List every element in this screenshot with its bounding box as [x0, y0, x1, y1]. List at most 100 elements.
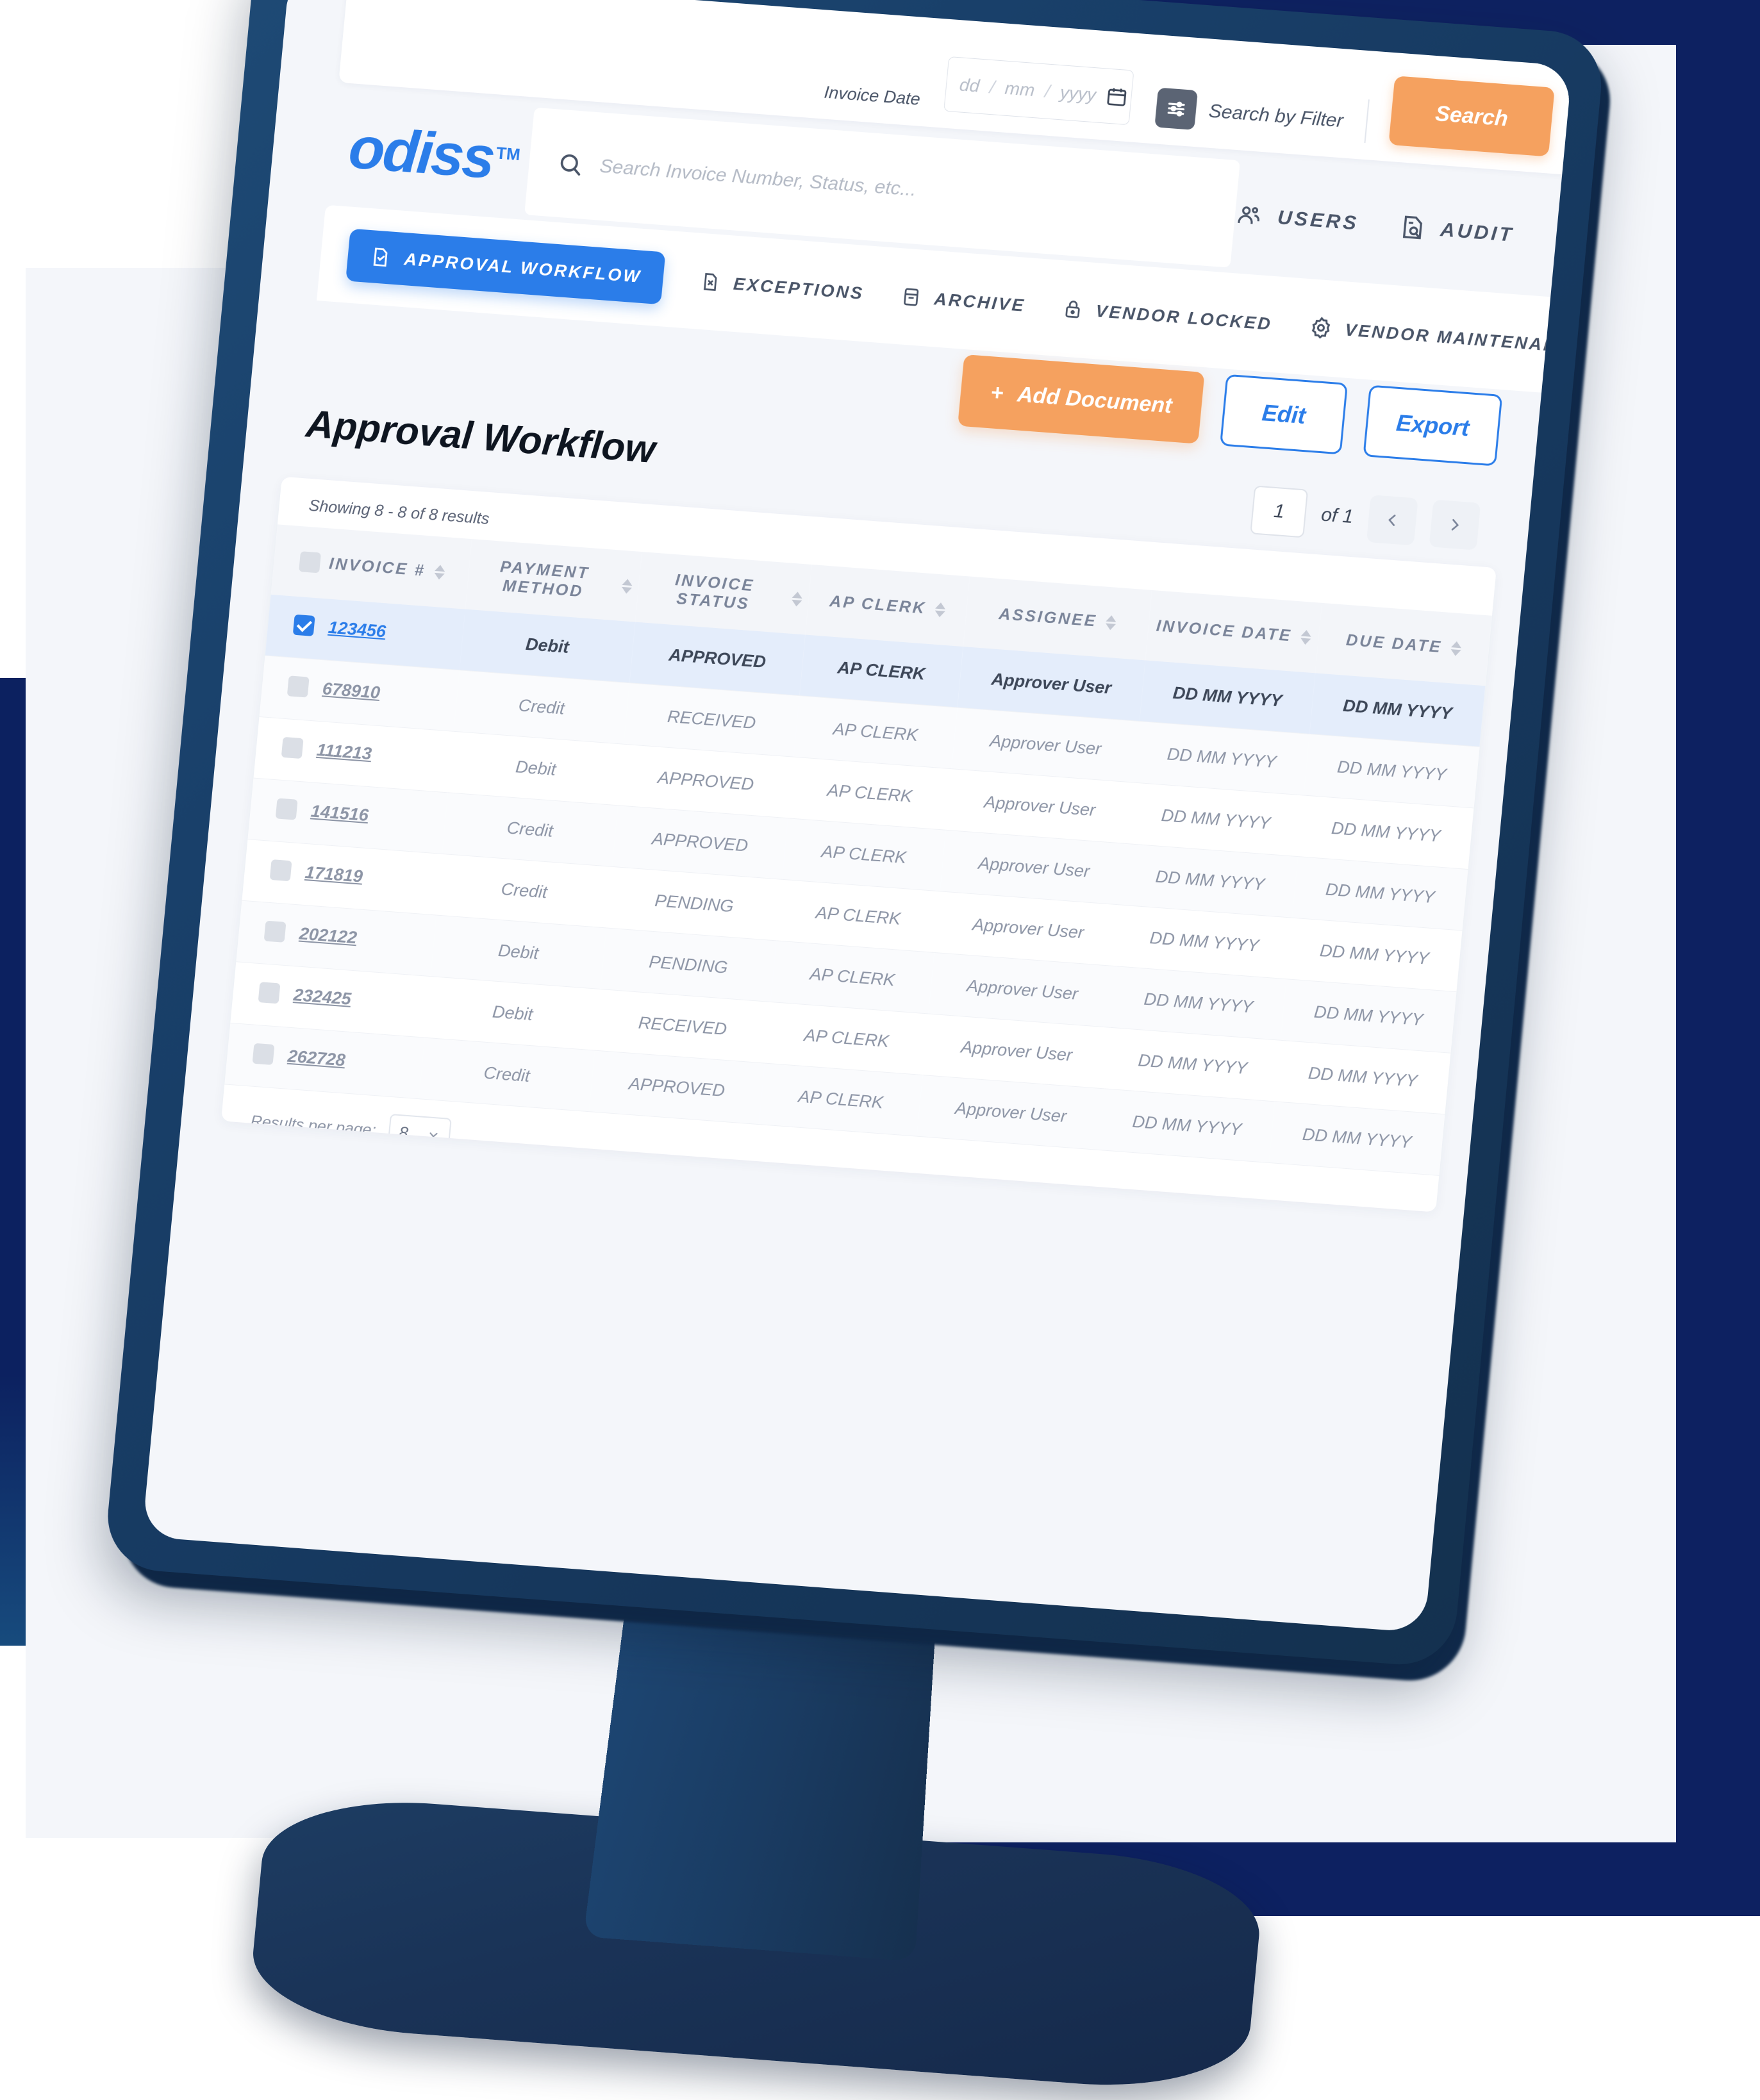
tab-vendor-locked-label: VENDOR LOCKED [1095, 301, 1273, 335]
results-per-page-value: 8 [398, 1123, 409, 1143]
nav-item-users[interactable]: USERS [1234, 201, 1360, 236]
row-checkbox[interactable] [258, 982, 281, 1004]
pagination: 1 of 1 [1250, 485, 1481, 550]
tab-vendor-locked[interactable]: VENDOR LOCKED [1061, 297, 1274, 335]
tab-vendor-maintenance[interactable]: VENDOR MAINTENANCE [1308, 315, 1572, 359]
edit-button[interactable]: Edit [1220, 374, 1348, 455]
nav-item-audit[interactable]: AUDIT [1399, 213, 1515, 248]
row-checkbox[interactable] [281, 737, 304, 759]
row-checkbox[interactable] [287, 675, 310, 697]
plus-icon: + [990, 380, 1004, 406]
col-invoice-date[interactable]: INVOICE DATE [1145, 590, 1322, 673]
col-payment-method[interactable]: PAYMENT METHOD [465, 539, 642, 622]
invoice-number-link[interactable]: 202122 [299, 923, 358, 948]
col-due-date-label: DUE DATE [1345, 631, 1443, 656]
date-mm: mm [1004, 78, 1036, 101]
cell-ap-clerk: AP CLERK [759, 1063, 922, 1136]
search-input-placeholder: Search Invoice Number, Status, etc... [599, 156, 917, 201]
col-invoice-number-label: INVOICE # [328, 554, 426, 580]
date-sep-2: / [1044, 81, 1051, 101]
invoice-number-link[interactable]: 141516 [310, 801, 370, 825]
col-ap-clerk-label: AP CLERK [829, 592, 927, 618]
cell-ap-clerk: AP CLERK [770, 941, 934, 1014]
date-sep-1: / [989, 77, 996, 97]
page-title: Approval Workflow [304, 401, 658, 472]
brand-logo[interactable]: odiss TM [316, 119, 532, 187]
invoice-number-link[interactable]: 123456 [328, 617, 387, 641]
monitor-bezel: Invoice Date dd / mm / yyyy Search by Fi… [103, 0, 1606, 1668]
invoice-number-link[interactable]: 262728 [286, 1046, 346, 1070]
search-button[interactable]: Search [1388, 76, 1555, 156]
col-invoice-date-label: INVOICE DATE [1156, 616, 1293, 645]
approval-document-icon [369, 244, 392, 270]
tab-exceptions[interactable]: EXCEPTIONS [699, 270, 865, 305]
cell-ap-clerk: AP CLERK [776, 879, 940, 952]
col-invoice-status[interactable]: INVOICE STATUS [635, 552, 812, 634]
col-payment-method-label: PAYMENT METHOD [473, 556, 615, 604]
row-checkbox[interactable] [293, 615, 315, 636]
sort-icon-invoice-status[interactable] [791, 591, 802, 606]
invoice-number-link[interactable]: 111213 [316, 740, 373, 763]
cell-ap-clerk: AP CLERK [782, 818, 945, 891]
col-assignee-label: ASSIGNEE [998, 605, 1098, 631]
date-yyyy: yyyy [1059, 82, 1097, 105]
calendar-icon[interactable] [1105, 85, 1129, 109]
invoice-number-link[interactable]: 232425 [292, 985, 352, 1009]
sort-icon-assignee[interactable] [1105, 615, 1117, 630]
col-invoice-status-label: INVOICE STATUS [643, 569, 785, 616]
users-icon [1234, 201, 1265, 229]
row-checkbox[interactable] [264, 921, 286, 943]
invoice-table: INVOICE # PAYMENT METHOD INVOICE STATUS … [224, 524, 1492, 1176]
date-dd: dd [959, 74, 981, 96]
gear-icon [1308, 315, 1333, 340]
sort-icon-due-date[interactable] [1450, 641, 1462, 656]
nav-item-users-label: USERS [1277, 206, 1360, 235]
tab-vendor-maintenance-label: VENDOR MAINTENANCE [1344, 320, 1572, 358]
app-screen: Invoice Date dd / mm / yyyy Search by Fi… [142, 0, 1572, 1633]
sort-icon-ap-clerk[interactable] [934, 602, 946, 617]
invoice-date-label: Invoice Date [824, 83, 922, 110]
sort-icon-invoice-number[interactable] [434, 564, 445, 579]
tab-archive[interactable]: ARCHIVE [900, 285, 1026, 317]
brand-name: odiss [347, 121, 495, 185]
add-document-label: Add Document [1016, 382, 1173, 418]
cell-ap-clerk: AP CLERK [799, 635, 963, 708]
export-button[interactable]: Export [1363, 385, 1502, 467]
row-checkbox[interactable] [270, 859, 292, 881]
tab-archive-label: ARCHIVE [933, 289, 1026, 316]
invoice-number-link[interactable]: 678910 [322, 679, 381, 703]
col-due-date[interactable]: DUE DATE [1315, 603, 1492, 686]
tab-approval-workflow[interactable]: APPROVAL WORKFLOW [345, 229, 665, 305]
cell-ap-clerk: AP CLERK [765, 1002, 928, 1075]
select-all-checkbox[interactable] [299, 551, 321, 573]
next-page-button[interactable] [1429, 499, 1481, 550]
results-per-page-label: Results per page: [250, 1112, 377, 1140]
col-assignee[interactable]: ASSIGNEE [963, 577, 1152, 661]
toolbar-divider [1364, 99, 1369, 143]
page-number-input[interactable]: 1 [1250, 485, 1308, 538]
page-total-label: of 1 [1320, 504, 1354, 528]
audit-document-search-icon [1399, 213, 1428, 242]
header-nav: USERS AUDIT [1234, 201, 1541, 250]
results-per-page-select[interactable]: 8 [387, 1114, 452, 1154]
invoice-number-link[interactable]: 171819 [304, 863, 364, 887]
monitor-mockup: Invoice Date dd / mm / yyyy Search by Fi… [73, 0, 1760, 1931]
nav-item-audit-label: AUDIT [1440, 218, 1515, 246]
tab-exceptions-label: EXCEPTIONS [733, 274, 865, 303]
row-checkbox[interactable] [253, 1043, 275, 1065]
search-by-filter-control[interactable]: Search by Filter [1154, 88, 1345, 142]
sort-icon-invoice-date[interactable] [1300, 629, 1311, 645]
archive-box-icon [900, 285, 922, 309]
invoice-table-body: 123456 Debit APPROVED AP CLERK Approver User… [224, 595, 1485, 1176]
sort-icon-payment-method[interactable] [621, 578, 633, 593]
prev-page-button[interactable] [1366, 495, 1418, 545]
cell-ap-clerk: AP CLERK [788, 757, 951, 830]
col-ap-clerk[interactable]: AP CLERK [805, 565, 970, 647]
search-icon [556, 151, 585, 178]
add-document-button[interactable]: + Add Document [958, 354, 1204, 444]
chevron-down-icon [426, 1128, 440, 1141]
tab-approval-workflow-label: APPROVAL WORKFLOW [403, 249, 642, 287]
filter-sliders-icon[interactable] [1154, 88, 1198, 130]
invoice-date-input[interactable]: dd / mm / yyyy [943, 56, 1134, 125]
row-checkbox[interactable] [276, 798, 298, 820]
